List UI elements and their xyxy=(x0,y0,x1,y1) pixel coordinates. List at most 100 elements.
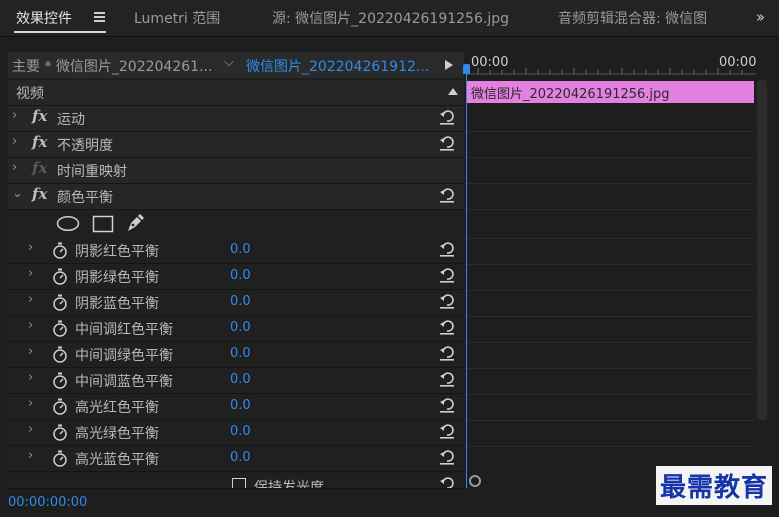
chevron-right-icon[interactable]: › xyxy=(12,108,17,123)
pen-mask-icon[interactable] xyxy=(124,212,146,234)
stopwatch-icon[interactable] xyxy=(52,398,68,415)
param-label: 高光蓝色平衡 xyxy=(75,452,159,468)
reset-icon[interactable] xyxy=(438,370,456,388)
param-row[interactable]: › 中间调蓝色平衡 0.0 xyxy=(8,368,464,394)
reset-icon[interactable] xyxy=(438,108,456,126)
clip-selector[interactable]: 微信图片_202204261912... xyxy=(246,56,429,76)
video-section-label: 视频 xyxy=(16,86,44,102)
chevron-right-icon[interactable]: › xyxy=(28,318,33,333)
chevron-right-icon[interactable]: › xyxy=(12,134,17,149)
timeline-row-divider xyxy=(467,264,754,265)
chevron-right-icon[interactable]: › xyxy=(28,448,33,463)
param-value[interactable]: 0.0 xyxy=(230,450,251,465)
playhead-handle[interactable] xyxy=(463,64,470,74)
param-value[interactable]: 0.0 xyxy=(230,372,251,387)
param-row[interactable]: › 阴影绿色平衡 0.0 xyxy=(8,264,464,290)
timeline-ruler[interactable] xyxy=(466,52,756,78)
chevron-right-icon[interactable]: › xyxy=(28,240,33,255)
chevron-right-icon[interactable]: › xyxy=(28,292,33,307)
more-tabs-icon[interactable]: ›› xyxy=(756,8,765,26)
timeline-end-timecode: 00:00 xyxy=(719,55,757,70)
param-value[interactable]: 0.0 xyxy=(230,242,251,257)
reset-icon[interactable] xyxy=(438,266,456,284)
stopwatch-icon[interactable] xyxy=(52,242,68,259)
param-row[interactable]: › 高光绿色平衡 0.0 xyxy=(8,420,464,446)
stopwatch-icon[interactable] xyxy=(52,424,68,441)
stopwatch-icon[interactable] xyxy=(52,294,68,311)
fx-icon[interactable]: fx xyxy=(32,185,47,203)
fx-icon: fx xyxy=(32,159,48,177)
chevron-right-icon[interactable]: › xyxy=(12,160,17,175)
fx-icon[interactable]: fx xyxy=(32,107,47,125)
stopwatch-icon[interactable] xyxy=(52,346,68,363)
effect-label: 时间重映射 xyxy=(57,164,127,180)
mask-tools-row xyxy=(8,210,464,239)
preserve-luminosity-label: 保持发光度 xyxy=(254,480,324,489)
panel-menu-icon[interactable] xyxy=(94,12,105,22)
effect-label: 运动 xyxy=(57,112,85,128)
param-value[interactable]: 0.0 xyxy=(230,268,251,283)
chevron-right-icon[interactable]: › xyxy=(28,370,33,385)
tab-source[interactable]: 源: 微信图片_20220426191256.jpg xyxy=(272,8,509,28)
param-label: 高光红色平衡 xyxy=(75,400,159,416)
param-row[interactable]: › 中间调绿色平衡 0.0 xyxy=(8,342,464,368)
reset-icon[interactable] xyxy=(438,240,456,258)
tab-effect-controls[interactable]: 效果控件 xyxy=(16,8,72,28)
param-value[interactable]: 0.0 xyxy=(230,424,251,439)
timeline-row-divider xyxy=(467,446,754,447)
chevron-down-icon[interactable]: ⌄ xyxy=(12,186,23,201)
reset-icon[interactable] xyxy=(438,134,456,152)
param-value[interactable]: 0.0 xyxy=(230,320,251,335)
master-clip-label[interactable]: 主要 * 微信图片_202204261... xyxy=(12,56,212,76)
reset-icon[interactable] xyxy=(438,344,456,362)
reset-icon[interactable] xyxy=(438,448,456,466)
chevron-right-icon[interactable]: › xyxy=(28,422,33,437)
tab-lumetri-scope[interactable]: Lumetri 范围 xyxy=(134,8,220,28)
timeline-area[interactable] xyxy=(466,52,779,488)
effect-row-motion[interactable]: › fx 运动 xyxy=(8,106,464,132)
param-label: 阴影红色平衡 xyxy=(75,244,159,260)
current-time-display[interactable]: 00:00:00:00 xyxy=(8,495,87,510)
stopwatch-icon[interactable] xyxy=(52,268,68,285)
reset-icon[interactable] xyxy=(438,475,456,489)
collapse-up-icon[interactable] xyxy=(448,88,458,95)
stopwatch-icon[interactable] xyxy=(52,450,68,467)
effect-row-time-remapping[interactable]: › fx 时间重映射 xyxy=(8,158,464,184)
zoom-scroll-handle[interactable] xyxy=(469,475,481,487)
preserve-luminosity-row[interactable]: 保持发光度 xyxy=(8,474,464,489)
timeline-row-divider xyxy=(467,316,754,317)
param-row[interactable]: › 中间调红色平衡 0.0 xyxy=(8,316,464,342)
chevron-right-icon[interactable]: › xyxy=(28,266,33,281)
param-row[interactable]: › 阴影蓝色平衡 0.0 xyxy=(8,290,464,316)
reset-icon[interactable] xyxy=(438,318,456,336)
timeline-row-divider xyxy=(467,290,754,291)
ellipse-mask-icon[interactable] xyxy=(56,215,80,232)
fx-icon[interactable]: fx xyxy=(32,133,47,151)
param-value[interactable]: 0.0 xyxy=(230,398,251,413)
playhead-line[interactable] xyxy=(466,74,467,488)
effect-row-color-balance[interactable]: ⌄ fx 颜色平衡 xyxy=(8,184,464,210)
effect-row-opacity[interactable]: › fx 不透明度 xyxy=(8,132,464,158)
stopwatch-icon[interactable] xyxy=(52,372,68,389)
chevron-right-icon[interactable]: › xyxy=(28,344,33,359)
effect-label: 颜色平衡 xyxy=(57,190,113,206)
reset-icon[interactable] xyxy=(438,396,456,414)
vertical-scrollbar[interactable] xyxy=(757,80,767,420)
chevron-down-icon[interactable]: ⌵ xyxy=(224,55,234,70)
tab-audio-clip-mixer[interactable]: 音频剪辑混合器: 微信图 xyxy=(558,8,707,28)
timeline-row-divider xyxy=(467,209,754,210)
play-icon[interactable] xyxy=(445,60,453,70)
rectangle-mask-icon[interactable] xyxy=(92,215,114,233)
chevron-right-icon[interactable]: › xyxy=(28,396,33,411)
reset-icon[interactable] xyxy=(438,186,456,204)
param-row[interactable]: › 高光蓝色平衡 0.0 xyxy=(8,446,464,472)
param-row[interactable]: › 高光红色平衡 0.0 xyxy=(8,394,464,420)
timeline-row-divider xyxy=(467,342,754,343)
param-value[interactable]: 0.0 xyxy=(230,294,251,309)
param-value[interactable]: 0.0 xyxy=(230,346,251,361)
reset-icon[interactable] xyxy=(438,422,456,440)
reset-icon[interactable] xyxy=(438,292,456,310)
stopwatch-icon[interactable] xyxy=(52,320,68,337)
preserve-luminosity-checkbox[interactable] xyxy=(232,478,246,488)
param-row[interactable]: › 阴影红色平衡 0.0 xyxy=(8,238,464,264)
